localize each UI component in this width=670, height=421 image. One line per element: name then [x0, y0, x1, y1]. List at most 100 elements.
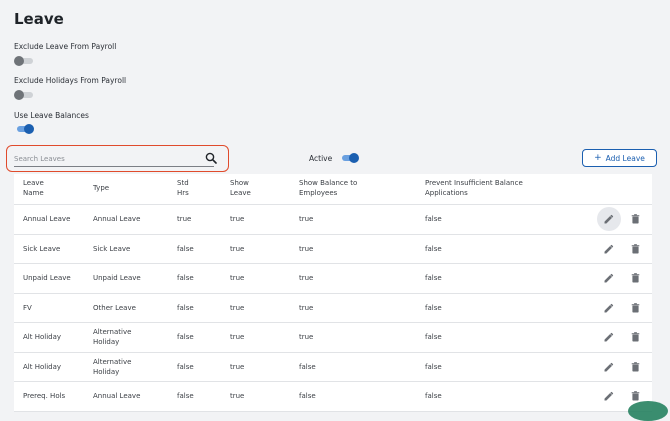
- add-leave-button[interactable]: + Add Leave: [582, 149, 657, 167]
- edit-button[interactable]: [601, 388, 617, 404]
- use-leave-balances-toggle[interactable]: [14, 124, 34, 134]
- cell-type: Annual Leave: [93, 391, 140, 401]
- edit-button[interactable]: [601, 359, 617, 375]
- cell-prevent-insufficient: false: [425, 362, 442, 371]
- cell-show-leave: true: [230, 303, 245, 312]
- header-line: Type: [93, 184, 110, 192]
- add-leave-label: Add Leave: [605, 153, 645, 163]
- cell-prevent-insufficient: false: [425, 215, 442, 223]
- cell-std-hrs: false: [177, 274, 194, 282]
- header-prevent-insufficient: Prevent Insufficient Balance Application…: [425, 178, 523, 198]
- cell-type-line: Holiday: [93, 367, 120, 376]
- cell-leave-name: Alt Holiday: [23, 333, 62, 341]
- trash-icon: [630, 213, 641, 225]
- setting-label-exclude-holidays: Exclude Holidays From Payroll: [14, 76, 127, 85]
- cell-type: Alternative Holiday: [93, 357, 131, 377]
- plus-icon: +: [594, 152, 602, 163]
- trash-icon: [630, 361, 641, 373]
- exclude-leave-toggle[interactable]: [14, 56, 34, 66]
- table-row: Unpaid Leave Unpaid Leave false true true fal…: [14, 264, 652, 294]
- cell-type-line: Unpaid Leave: [93, 274, 141, 282]
- table-row: Prereq. Hols Annual Leave false true false fa…: [14, 382, 652, 412]
- header-line: Applications: [425, 189, 468, 197]
- setting-label-use-balances: Use Leave Balances: [14, 111, 89, 120]
- cell-type: Other Leave: [93, 303, 136, 313]
- cell-std-hrs: false: [177, 303, 194, 312]
- table-row: Sick Leave Sick Leave false true true false: [14, 234, 652, 264]
- header-type: Type: [93, 183, 109, 193]
- exclude-holidays-toggle[interactable]: [14, 90, 34, 100]
- page-title: Leave: [14, 10, 64, 28]
- cell-std-hrs: false: [177, 244, 194, 253]
- pencil-icon: [603, 361, 615, 373]
- cell-type-line: Alternative: [93, 357, 132, 366]
- edit-button[interactable]: [601, 270, 617, 286]
- toggle-knob: [14, 56, 24, 66]
- cell-show-balance: true: [299, 244, 314, 253]
- cell-show-balance: true: [299, 303, 314, 312]
- header-line: Show Balance to: [299, 179, 358, 187]
- pencil-icon: [603, 390, 615, 402]
- delete-button[interactable]: [627, 300, 643, 316]
- cell-show-leave: true: [230, 215, 245, 223]
- leave-table: Leave Name Type Std Hrs Show Leave Show …: [14, 174, 652, 412]
- header-line: Show: [230, 179, 249, 187]
- pencil-icon: [603, 302, 615, 314]
- toggle-knob: [14, 90, 24, 100]
- cell-type-line: Holiday: [93, 338, 120, 346]
- pencil-icon: [603, 272, 615, 284]
- cell-leave-name: Prereq. Hols: [23, 392, 66, 400]
- header-line: Prevent Insufficient Balance: [425, 179, 523, 187]
- cell-leave-name: Annual Leave: [23, 215, 71, 223]
- cell-show-leave: true: [230, 244, 245, 253]
- cell-prevent-insufficient: false: [425, 392, 442, 400]
- cell-type: Sick Leave: [93, 244, 130, 254]
- table-header: Leave Name Type Std Hrs Show Leave Show …: [14, 174, 652, 205]
- trash-icon: [630, 390, 641, 402]
- delete-button[interactable]: [627, 241, 643, 257]
- cell-type: Unpaid Leave: [93, 273, 141, 283]
- header-line: Std: [177, 179, 189, 187]
- cell-show-balance: true: [299, 333, 314, 341]
- delete-button[interactable]: [627, 359, 643, 375]
- delete-button[interactable]: [627, 329, 643, 345]
- header-show-leave: Show Leave: [230, 178, 251, 198]
- edit-button[interactable]: [597, 207, 621, 231]
- trash-icon: [630, 243, 641, 255]
- trash-icon: [630, 272, 641, 284]
- edit-button[interactable]: [601, 300, 617, 316]
- search-icon[interactable]: [205, 152, 217, 164]
- header-line: Leave: [23, 179, 44, 187]
- pencil-icon: [603, 331, 615, 343]
- cell-show-balance: true: [299, 274, 314, 282]
- delete-button[interactable]: [627, 270, 643, 286]
- cell-type-line: Annual Leave: [93, 392, 141, 400]
- pencil-icon: [603, 243, 615, 255]
- pencil-icon: [603, 213, 615, 225]
- search-box: [6, 145, 229, 172]
- active-filter-toggle[interactable]: [339, 153, 359, 163]
- header-line: Hrs: [177, 189, 189, 197]
- cell-type-line: Alternative: [93, 328, 132, 336]
- delete-button[interactable]: [627, 211, 643, 227]
- table-row: Alt Holiday Alternative Holiday false true fa…: [14, 352, 652, 382]
- cell-leave-name: Unpaid Leave: [23, 274, 71, 282]
- header-show-balance: Show Balance to Employees: [299, 178, 357, 198]
- search-input[interactable]: [14, 152, 214, 167]
- cell-std-hrs: false: [177, 362, 194, 371]
- cell-show-leave: true: [230, 274, 245, 282]
- edit-button[interactable]: [601, 241, 617, 257]
- edit-button[interactable]: [601, 329, 617, 345]
- cell-show-balance: true: [299, 215, 314, 223]
- cell-prevent-insufficient: false: [425, 274, 442, 282]
- toggle-knob: [24, 124, 34, 134]
- trash-icon: [630, 331, 641, 343]
- cell-show-leave: true: [230, 392, 245, 400]
- cell-type: Annual Leave: [93, 214, 140, 224]
- cell-show-leave: true: [230, 333, 245, 341]
- setting-label-exclude-leave: Exclude Leave From Payroll: [14, 42, 117, 51]
- table-row: Alt Holiday Alternative Holiday false true tr…: [14, 323, 652, 353]
- header-line: Employees: [299, 189, 338, 197]
- cell-std-hrs: false: [177, 333, 194, 341]
- header-std-hrs: Std Hrs: [177, 178, 189, 198]
